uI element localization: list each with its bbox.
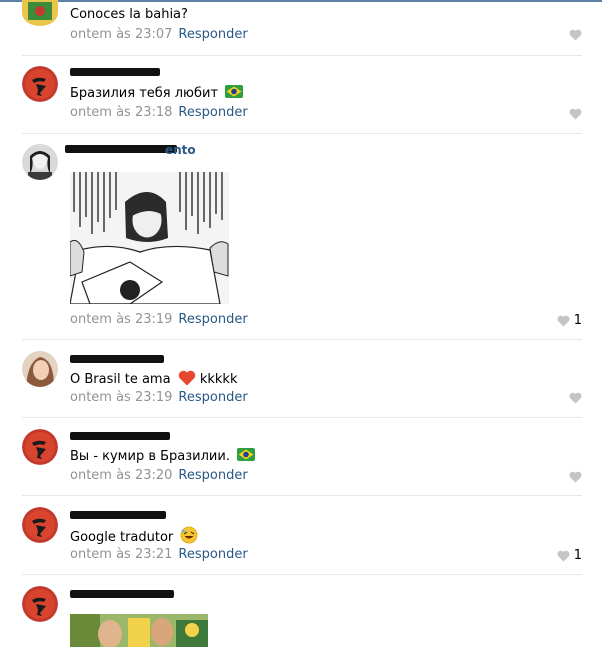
comment-text-body: Вы - кумир в Бразилии. (70, 449, 230, 464)
avatar[interactable] (22, 586, 58, 622)
heart-icon (569, 29, 582, 41)
divider (22, 574, 582, 575)
comment-text-suffix: kkkkk (199, 372, 238, 387)
author-name-redacted[interactable] (70, 68, 160, 76)
comment-time[interactable]: ontem às 23:19 (70, 312, 172, 327)
divider (22, 417, 582, 418)
comment-text-body: Google tradutor (70, 530, 174, 545)
comment-time[interactable]: ontem às 23:19 (70, 390, 172, 405)
comment-meta: ontem às 23:18 Responder (70, 105, 248, 120)
rofl-emoji (181, 526, 198, 544)
avatar[interactable] (22, 351, 58, 387)
like-button[interactable] (569, 29, 582, 41)
heart-icon (557, 550, 570, 561)
author-name-redacted[interactable] (70, 355, 164, 363)
comment-text: Conoces la bahia? (70, 7, 188, 22)
red-heart-emoji (178, 370, 195, 386)
avatar[interactable] (22, 144, 58, 180)
comment-text-body: Бразилия тебя любит (70, 86, 219, 101)
comment-meta: ontem às 23:19 Responder (70, 390, 248, 405)
like-button[interactable] (569, 471, 582, 483)
author-name-redacted[interactable] (70, 511, 166, 519)
comment-text: Вы - кумир в Бразилии. (70, 448, 256, 464)
like-count: 1 (573, 313, 582, 328)
like-button[interactable] (569, 392, 582, 404)
avatar[interactable] (22, 429, 58, 465)
author-name-redacted[interactable] (65, 145, 177, 153)
comment-meta: ontem às 23:21 Responder (70, 547, 248, 562)
comment-text: Бразилия тебя любит (70, 85, 244, 101)
brazil-flag-icon (225, 85, 244, 98)
comment-time[interactable]: ontem às 23:21 (70, 547, 172, 562)
divider (22, 339, 582, 340)
comment-image[interactable] (70, 172, 229, 304)
reply-button[interactable]: Responder (178, 547, 247, 562)
comment-time[interactable]: ontem às 23:18 (70, 105, 172, 120)
avatar[interactable] (22, 507, 58, 543)
divider (22, 55, 582, 56)
avatar[interactable] (22, 0, 58, 26)
divider (22, 133, 582, 134)
comment-time[interactable]: ontem às 23:07 (70, 27, 172, 42)
comment-time[interactable]: ontem às 23:20 (70, 468, 172, 483)
reply-button[interactable]: Responder (178, 27, 247, 42)
author-name-redacted[interactable] (70, 432, 170, 440)
comment-image[interactable] (70, 614, 208, 647)
comment-meta: ontem às 23:19 Responder (70, 312, 248, 327)
like-button[interactable] (569, 108, 582, 120)
reply-button[interactable]: Responder (178, 105, 247, 120)
avatar[interactable] (22, 66, 58, 102)
reply-button[interactable]: Responder (178, 312, 247, 327)
reply-button[interactable]: Responder (178, 390, 247, 405)
author-name-tail[interactable]: ento (165, 143, 196, 157)
heart-icon (569, 108, 582, 120)
heart-icon (569, 471, 582, 483)
like-count: 1 (573, 548, 582, 563)
divider (22, 495, 582, 496)
brazil-flag-icon (237, 448, 256, 461)
author-name-redacted[interactable] (70, 590, 174, 598)
comment-meta: ontem às 23:20 Responder (70, 468, 248, 483)
comment-text-body: O Brasil te ama (70, 372, 171, 387)
comment-text: O Brasil te ama kkkkk (70, 370, 237, 387)
top-border (0, 0, 602, 2)
like-button[interactable]: 1 (557, 548, 582, 563)
comment-meta: ontem às 23:07 Responder (70, 27, 248, 42)
like-button[interactable]: 1 (557, 313, 582, 328)
heart-icon (557, 315, 570, 326)
reply-button[interactable]: Responder (178, 468, 247, 483)
heart-icon (569, 392, 582, 404)
comment-text: Google tradutor (70, 526, 198, 545)
